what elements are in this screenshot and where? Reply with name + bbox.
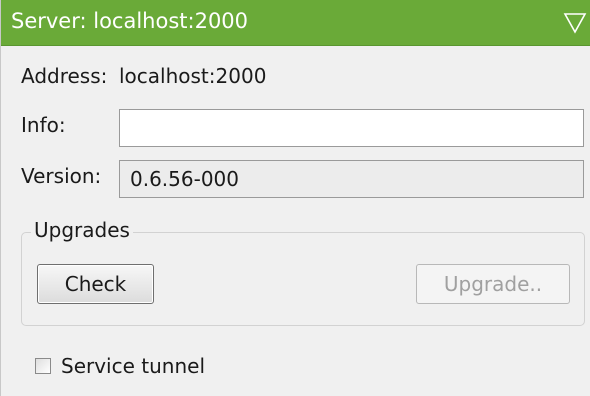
upgrade-button[interactable]: Upgrade.. — [416, 264, 570, 304]
service-tunnel-checkbox[interactable] — [35, 358, 51, 374]
info-label: Info: — [21, 113, 66, 137]
version-value: 0.6.56-000 — [130, 167, 240, 191]
service-tunnel-row[interactable]: Service tunnel — [35, 354, 205, 378]
address-label: Address: — [21, 64, 108, 88]
collapse-triangle-icon[interactable] — [563, 10, 587, 36]
check-button-label: Check — [64, 272, 127, 296]
upgrades-group-label: Upgrades — [31, 218, 133, 242]
check-button[interactable]: Check — [37, 264, 154, 304]
panel-header[interactable]: Server: localhost:2000 — [1, 0, 590, 46]
version-label: Version: — [21, 164, 102, 188]
upgrade-button-label: Upgrade.. — [443, 272, 543, 296]
address-value: localhost:2000 — [119, 64, 267, 88]
service-tunnel-label: Service tunnel — [61, 354, 206, 378]
version-field: 0.6.56-000 — [119, 160, 584, 198]
server-panel: Server: localhost:2000 Address: localhos… — [0, 0, 590, 396]
panel-title: Server: localhost:2000 — [11, 9, 249, 33]
info-input[interactable] — [119, 109, 584, 147]
